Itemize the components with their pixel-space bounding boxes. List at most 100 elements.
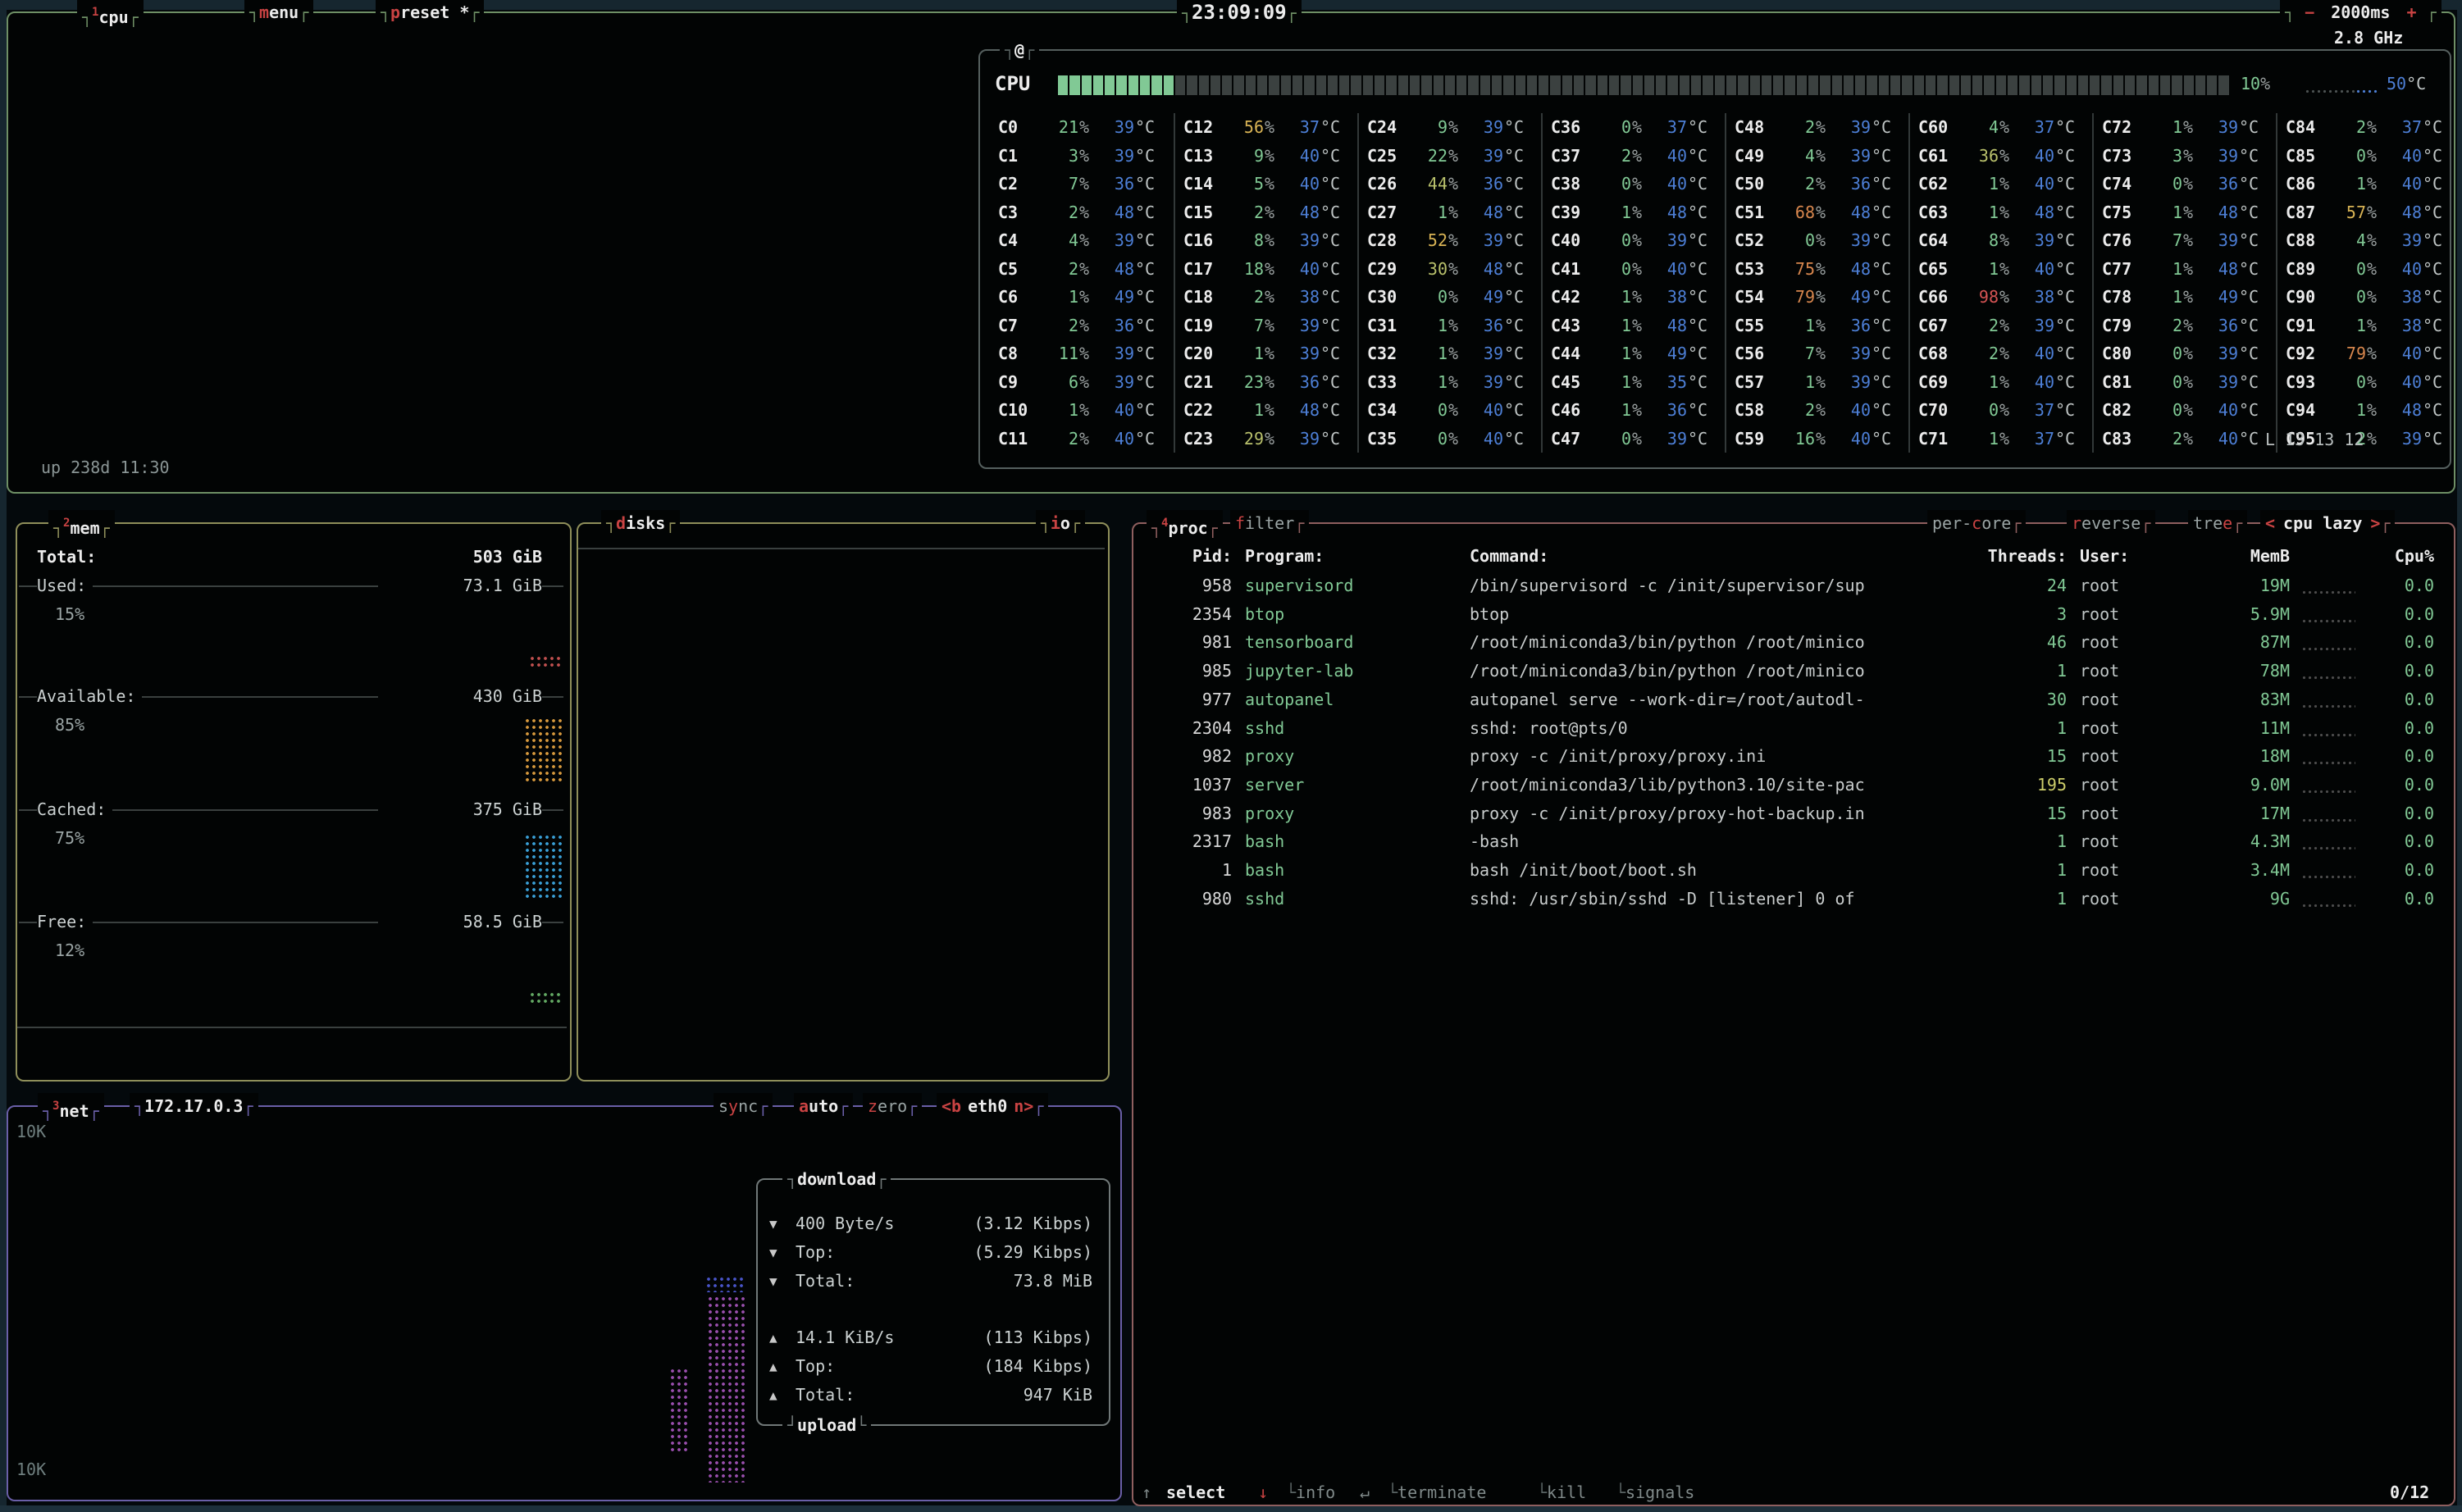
- mem-free-graph: [529, 991, 563, 1004]
- disks-box-title[interactable]: ┐disks┌: [601, 510, 680, 536]
- cpu-graph-mode[interactable]: ┐@┌: [1000, 37, 1039, 63]
- proc-panel: ┐4proc┌ filter┌ per-core┌ reverse┌ tree┌…: [1132, 522, 2455, 1506]
- signals-hint[interactable]: └signals: [1616, 1480, 1694, 1505]
- cpu-core-column: C604%37°CC6136%40°CC621%40°CC631%48°CC64…: [1908, 113, 2094, 453]
- cpu-meter-cell: [1116, 75, 1126, 95]
- select-down-hint[interactable]: ↓: [1258, 1480, 1268, 1505]
- preset-button[interactable]: ┐preset *┌: [376, 0, 484, 25]
- cpu-meter-cell: [1363, 75, 1373, 95]
- core-cell: C682%40°C: [1910, 339, 2094, 368]
- net-auto-toggle[interactable]: auto┌: [794, 1093, 853, 1119]
- proc-box-title[interactable]: ┐4proc┌: [1147, 510, 1223, 536]
- cpu-meter-cell: [1539, 75, 1548, 95]
- core-cell: C900%38°C: [2277, 283, 2461, 312]
- cpu-meter-cell: [1516, 75, 1525, 95]
- cpu-meter-cell: [1926, 75, 1935, 95]
- core-cell: C651%40°C: [1910, 255, 2094, 284]
- io-mode-toggle[interactable]: ┐io┌: [1036, 510, 1085, 536]
- net-download-graph: [705, 1276, 746, 1292]
- disks-panel: ┐disks┌ ┐io┌: [577, 522, 1110, 1082]
- net-scale-top: 10K: [16, 1122, 46, 1141]
- cpu-meter-cell: [1585, 75, 1595, 95]
- cpu-meter-cell: [1445, 75, 1455, 95]
- disks-divider: [578, 548, 1105, 549]
- core-cell: C380%40°C: [1543, 170, 1726, 198]
- proc-tree-toggle[interactable]: tree┌: [2188, 510, 2247, 536]
- net-sync-toggle[interactable]: sync┌: [714, 1093, 773, 1119]
- select-up-hint[interactable]: ↑: [1142, 1480, 1151, 1505]
- cpu-meter-cell: [1480, 75, 1490, 95]
- core-cell: C350%40°C: [1359, 425, 1543, 453]
- col-user: User:: [2080, 542, 2129, 571]
- terminate-hint[interactable]: └terminate: [1388, 1480, 1486, 1505]
- info-hint[interactable]: └info: [1286, 1480, 1335, 1505]
- cpu-meter-cell: [2160, 75, 2170, 95]
- cpu-meter-cell: [1421, 75, 1431, 95]
- core-cell: C551%36°C: [1726, 312, 1910, 340]
- interval-decrease-button[interactable]: −: [2305, 2, 2314, 22]
- process-row[interactable]: 982proxyproxy -c /init/proxy/proxy.ini15…: [1133, 742, 2454, 771]
- cpu-meter-cell: [1222, 75, 1232, 95]
- menu-button[interactable]: ┐menu┌: [244, 0, 313, 25]
- core-cell: C2852%39°C: [1359, 226, 1543, 255]
- cpu-meter-cell: [1550, 75, 1560, 95]
- proc-filter-button[interactable]: filter┌: [1230, 510, 1309, 536]
- net-box-title[interactable]: ┐3net┌: [38, 1093, 104, 1119]
- proc-reverse-toggle[interactable]: reverse┌: [2067, 510, 2155, 536]
- core-cell: C470%39°C: [1543, 425, 1726, 453]
- cpu-meter-cell: [1703, 75, 1712, 95]
- col-mem: MemB: [2208, 542, 2290, 571]
- core-cell: C691%40°C: [1910, 368, 2094, 397]
- cpu-meter-cell: [1832, 75, 1842, 95]
- process-row[interactable]: 958supervisord/bin/supervisord -c /init/…: [1133, 572, 2454, 600]
- core-cell: C520%39°C: [1726, 226, 1910, 255]
- net-interface-selector[interactable]: <beth0n>┌: [937, 1093, 1048, 1119]
- cpu-box-title[interactable]: ┐1cpu┌: [77, 0, 144, 25]
- interval-increase-button[interactable]: +: [2406, 2, 2416, 22]
- mem-stat-row: Free:58.5 GiB: [17, 908, 567, 936]
- core-cell: C820%40°C: [2094, 396, 2277, 425]
- process-row[interactable]: 2317bash-bash1root4.3M0.0: [1133, 827, 2454, 856]
- cpu-meter-cell: [1069, 75, 1079, 95]
- process-row[interactable]: 2354btopbtop3root5.9M0.0: [1133, 600, 2454, 629]
- process-row[interactable]: 981tensorboard/root/miniconda3/bin/pytho…: [1133, 628, 2454, 657]
- cpu-meter-cell: [2031, 75, 2041, 95]
- net-info-box: ┐download┌ ┘upload└ ▼400 Byte/s(3.12 Kib…: [756, 1178, 1110, 1426]
- core-cell: C884%39°C: [2277, 226, 2461, 255]
- proc-sort-selector[interactable]: <cpu lazy>┌: [2260, 510, 2395, 536]
- process-row[interactable]: 977autopanelautopanel serve --work-dir=/…: [1133, 685, 2454, 714]
- cpu-meter-cell: [1082, 75, 1092, 95]
- core-cell: C861%40°C: [2277, 170, 2461, 198]
- load-average: L 13 13 12: [2265, 430, 2364, 449]
- cpu-meter-cell: [1890, 75, 1900, 95]
- process-row[interactable]: 1037server/root/miniconda3/lib/python3.1…: [1133, 771, 2454, 799]
- net-zero-toggle[interactable]: zero┌: [863, 1093, 922, 1119]
- kill-hint[interactable]: └kill: [1537, 1480, 1586, 1505]
- cpu-meter-cell: [1762, 75, 1771, 95]
- cpu-frequency: 2.8 GHz: [2328, 28, 2410, 48]
- cpu-meter-label: CPU: [995, 72, 1030, 95]
- core-cell: C941%48°C: [2277, 396, 2461, 425]
- cpu-meter-cell: [1233, 75, 1243, 95]
- process-row[interactable]: 985jupyter-lab/root/miniconda3/bin/pytho…: [1133, 657, 2454, 685]
- net-ip-address: ┐172.17.0.3┌: [130, 1093, 258, 1119]
- core-cell: C139%40°C: [1175, 142, 1359, 171]
- process-row[interactable]: 983proxyproxy -c /init/proxy/proxy-hot-b…: [1133, 799, 2454, 828]
- process-row[interactable]: 980sshdsshd: /usr/sbin/sshd -D [listener…: [1133, 885, 2454, 913]
- cpu-meter-cell: [1867, 75, 1876, 95]
- core-cell: C810%39°C: [2094, 368, 2277, 397]
- proc-percore-toggle[interactable]: per-core┌: [1927, 510, 2026, 536]
- core-cell: C571%39°C: [1726, 368, 1910, 397]
- process-row[interactable]: 2304sshdsshd: root@pts/01root11M0.0: [1133, 714, 2454, 743]
- net-upload-title: ┘upload└: [782, 1412, 871, 1438]
- core-cell: C451%35°C: [1543, 368, 1726, 397]
- cpu-meter-cell: [1434, 75, 1443, 95]
- cpu-meter-cell: [1468, 75, 1478, 95]
- process-row[interactable]: 1bashbash /init/boot/boot.sh1root3.4M0.0: [1133, 856, 2454, 885]
- clock: ┐23:09:09┌: [1177, 0, 1302, 25]
- core-cell: C421%38°C: [1543, 283, 1726, 312]
- net-upload-row: ▲Total:947 KiB: [758, 1381, 1106, 1410]
- cpu-percent-leader-dots: [2305, 89, 2355, 94]
- core-cell: C890%40°C: [2277, 255, 2461, 284]
- mem-box-title[interactable]: ┐2mem┌: [48, 510, 115, 536]
